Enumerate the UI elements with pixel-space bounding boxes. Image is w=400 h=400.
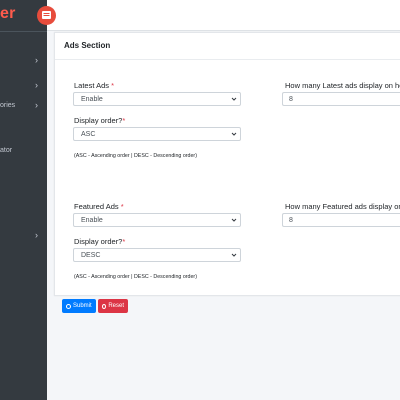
chevron-down-icon xyxy=(231,132,237,136)
chevron-right-icon: › xyxy=(35,55,38,65)
featured-ads-label: Featured Ads * xyxy=(74,202,124,211)
featured-count-label: How many Featured ads display on hom xyxy=(285,202,400,211)
page-title: Ads Section xyxy=(64,41,111,50)
chevron-down-icon xyxy=(231,253,237,257)
menu-toggle-button[interactable] xyxy=(37,6,56,25)
menu-icon xyxy=(42,11,51,19)
sidebar-item-2[interactable]: › xyxy=(0,80,47,94)
ads-section-card: Ads Section Latest Ads * Enable How many… xyxy=(54,32,400,296)
submit-button[interactable]: Submit xyxy=(62,299,96,313)
featured-order-label: Display order?* xyxy=(74,237,126,246)
featured-ads-select[interactable]: Enable xyxy=(73,213,241,227)
chevron-down-icon xyxy=(231,218,237,222)
latest-count-label: How many Latest ads display on homep xyxy=(285,81,400,90)
card-header: Ads Section xyxy=(55,33,400,60)
check-circle-icon xyxy=(66,303,71,309)
chevron-down-icon xyxy=(231,97,237,101)
latest-order-select[interactable]: ASC xyxy=(73,127,241,141)
sidebar-item-generator[interactable]: ator xyxy=(0,145,47,159)
chevron-right-icon: › xyxy=(35,80,38,90)
sidebar: er › › ories › ator › xyxy=(0,0,47,400)
featured-order-select[interactable]: DESC xyxy=(73,248,241,262)
reset-button[interactable]: Reset xyxy=(98,299,128,313)
latest-order-label: Display order?* xyxy=(74,116,126,125)
chevron-right-icon: › xyxy=(35,100,38,110)
latest-order-help: (ASC - Ascending order | DESC - Descendi… xyxy=(74,153,197,159)
sidebar-item-label: ories xyxy=(0,102,16,109)
ban-icon xyxy=(102,303,107,309)
chevron-right-icon: › xyxy=(35,230,38,240)
latest-ads-label: Latest Ads * xyxy=(74,81,115,90)
latest-count-input[interactable]: 8 xyxy=(282,92,400,106)
featured-order-help: (ASC - Ascending order | DESC - Descendi… xyxy=(74,274,197,280)
sidebar-item-categories[interactable]: ories › xyxy=(0,100,47,114)
top-navbar xyxy=(37,0,400,31)
latest-ads-select[interactable]: Enable xyxy=(73,92,241,106)
featured-count-input[interactable]: 8 xyxy=(282,213,400,227)
sidebar-item-label: ator xyxy=(0,147,13,154)
sidebar-item-1[interactable]: › xyxy=(0,55,47,69)
sidebar-item-5[interactable]: › xyxy=(0,230,47,244)
brand-text: er xyxy=(0,5,16,22)
